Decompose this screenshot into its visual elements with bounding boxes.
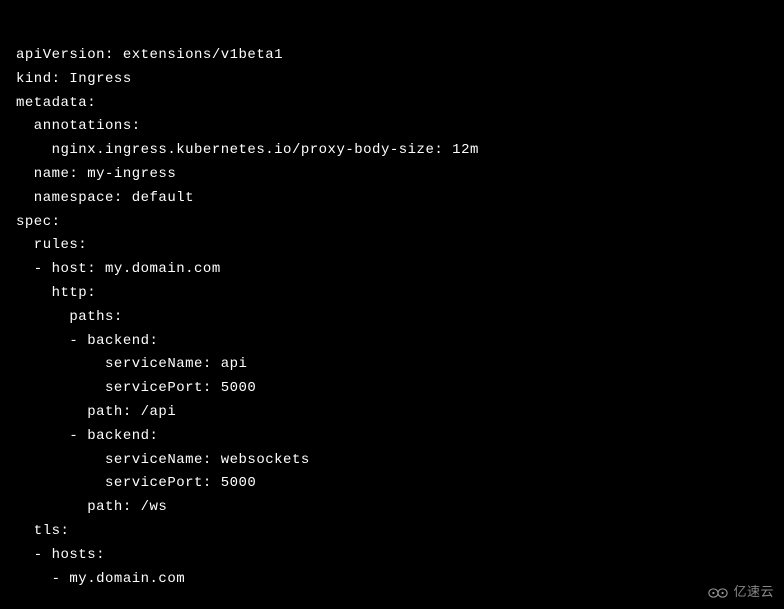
watermark-icon bbox=[707, 585, 729, 599]
watermark-text: 亿速云 bbox=[733, 581, 774, 603]
code-block: apiVersion: extensions/v1beta1 kind: Ing… bbox=[16, 44, 768, 591]
watermark: 亿速云 bbox=[707, 581, 774, 603]
